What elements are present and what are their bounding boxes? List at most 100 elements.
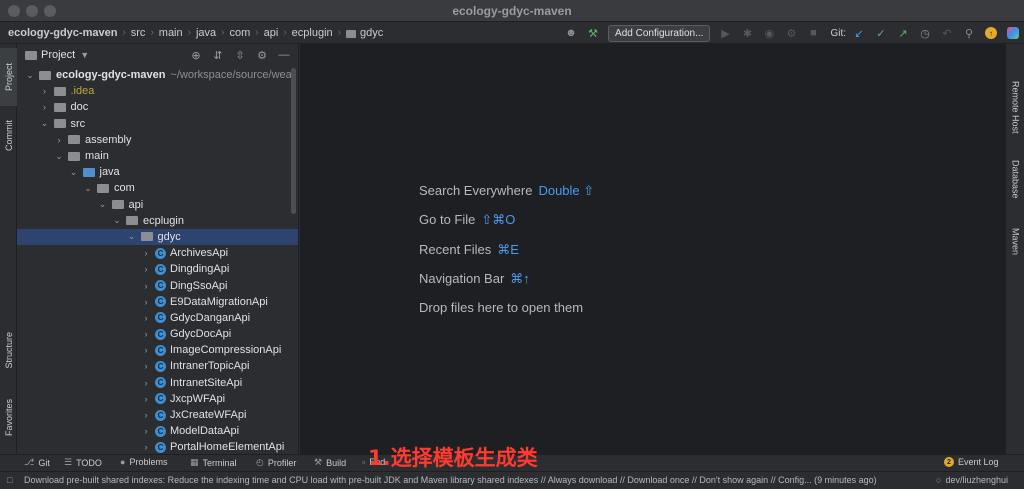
chevron-right-icon[interactable]: ›	[139, 264, 153, 274]
tab-database[interactable]: Database	[1006, 150, 1024, 208]
breadcrumb-item[interactable]: java	[196, 27, 216, 39]
run-icon[interactable]: ▶	[716, 24, 734, 42]
chevron-right-icon[interactable]: ›	[139, 378, 153, 388]
git-branch-widget[interactable]: ○ dev/liuzhenghui	[936, 475, 1008, 485]
tree-class-item[interactable]: › C GdycDocApi	[17, 326, 298, 342]
status-message[interactable]: Download pre-built shared indexes: Reduc…	[24, 475, 877, 485]
tree-folder-item[interactable]: ⌄ java	[17, 164, 298, 180]
tree-class-item[interactable]: › C JxCreateWFApi	[17, 407, 298, 423]
tab-remote-host[interactable]: Remote Host	[1006, 74, 1024, 140]
gear-icon[interactable]: ⚙	[254, 47, 270, 63]
chevron-right-icon[interactable]: ›	[52, 135, 66, 145]
locate-file-icon[interactable]: ⊕	[188, 47, 204, 63]
tab-project[interactable]: Project	[0, 48, 17, 106]
breadcrumb-item[interactable]: ecology-gdyc-maven	[8, 27, 117, 39]
chevron-down-icon[interactable]: ⌄	[52, 151, 66, 162]
tab-todo[interactable]: ☰ TODO	[64, 457, 102, 468]
tree-class-item[interactable]: › C JxcpWFApi	[17, 391, 298, 407]
tab-git[interactable]: ⎇ Git	[24, 457, 50, 468]
chevron-right-icon[interactable]: ›	[38, 102, 52, 112]
chevron-right-icon[interactable]: ›	[139, 410, 153, 420]
tab-maven[interactable]: Maven	[1006, 220, 1024, 264]
chevron-right-icon[interactable]: ›	[139, 394, 153, 404]
tree-folder-item[interactable]: ⌄ src	[17, 116, 298, 132]
tab-commit[interactable]: Commit	[0, 110, 17, 160]
tree-folder-item[interactable]: ⌄ ecology-gdyc-maven ~/workspace/source/we…	[17, 67, 298, 83]
hide-panel-icon[interactable]: —	[276, 47, 292, 63]
chevron-down-icon[interactable]: ▼	[80, 50, 89, 60]
collapse-all-icon[interactable]: ⇳	[232, 47, 248, 63]
chevron-down-icon[interactable]: ⌄	[110, 215, 124, 226]
breadcrumb-item[interactable]: api	[264, 27, 279, 39]
search-icon[interactable]: ⚲	[960, 24, 978, 42]
chevron-right-icon[interactable]: ›	[139, 442, 153, 452]
tab-problems[interactable]: ● Problems	[120, 457, 167, 467]
git-push-icon[interactable]: ↗	[894, 24, 912, 42]
update-icon[interactable]: ↑	[982, 24, 1000, 42]
tree-class-item[interactable]: › C ModelDataApi	[17, 423, 298, 439]
chevron-right-icon[interactable]: ›	[139, 426, 153, 436]
git-update-icon[interactable]: ↙	[850, 24, 868, 42]
chevron-down-icon[interactable]: ⌄	[81, 183, 95, 194]
tree-folder-item[interactable]: › doc	[17, 99, 298, 115]
build-hammer-icon[interactable]: ⚒	[584, 24, 602, 42]
chevron-right-icon[interactable]: ›	[139, 329, 153, 339]
tree-class-item[interactable]: › C IntranerTopicApi	[17, 358, 298, 374]
tab-event-log[interactable]: 2 Event Log	[944, 457, 999, 467]
tree-folder-item[interactable]: ⌄ api	[17, 197, 298, 213]
toolbox-icon[interactable]	[1004, 24, 1022, 42]
breadcrumb-item[interactable]: src	[131, 27, 146, 39]
stop-icon[interactable]: ■	[804, 24, 822, 42]
chevron-right-icon[interactable]: ›	[139, 345, 153, 355]
breadcrumb-item[interactable]: com	[230, 27, 251, 39]
user-icon[interactable]: ☻	[562, 24, 580, 42]
tree-folder-item[interactable]: ⌄ com	[17, 180, 298, 196]
tab-structure[interactable]: Structure	[0, 322, 17, 378]
coverage-icon[interactable]: ◉	[760, 24, 778, 42]
chevron-right-icon[interactable]: ›	[139, 313, 153, 323]
chevron-right-icon[interactable]: ›	[139, 281, 153, 291]
git-rollback-icon[interactable]: ↶	[938, 24, 956, 42]
hint-text: Navigation Bar	[419, 270, 505, 286]
tab-terminal[interactable]: ▦ Terminal	[190, 457, 237, 468]
git-commit-icon[interactable]: ✓	[872, 24, 890, 42]
status-toggle-icon[interactable]: □	[7, 475, 12, 485]
git-history-icon[interactable]: ◷	[916, 24, 934, 42]
project-scrollbar[interactable]	[291, 68, 296, 214]
tab-favorites[interactable]: Favorites	[0, 390, 17, 446]
tree-class-item[interactable]: › C DingdingApi	[17, 261, 298, 277]
editor-empty-area[interactable]: Search Everywhere Double ⇧ Go to File ⇧⌘O Re…	[300, 44, 1005, 454]
breadcrumb-item[interactable]: gdyc	[360, 27, 383, 39]
chevron-right-icon[interactable]: ›	[139, 248, 153, 258]
tree-class-item[interactable]: › C PortalHomeElementApi	[17, 439, 298, 454]
tree-folder-item[interactable]: › assembly	[17, 132, 298, 148]
tree-class-item[interactable]: › C ArchivesApi	[17, 245, 298, 261]
chevron-right-icon[interactable]: ›	[38, 86, 52, 96]
chevron-right-icon[interactable]: ›	[139, 361, 153, 371]
chevron-down-icon[interactable]: ⌄	[125, 231, 139, 242]
tree-class-item[interactable]: › C E9DataMigrationApi	[17, 294, 298, 310]
tree-folder-item[interactable]: › .idea	[17, 83, 298, 99]
breadcrumb-item[interactable]: main	[159, 27, 183, 39]
breadcrumb-item[interactable]: ecplugin	[292, 27, 333, 39]
tree-folder-item[interactable]: ⌄ gdyc	[17, 228, 298, 246]
breadcrumb-separator-icon: ›	[187, 27, 191, 38]
tree-class-item[interactable]: › C GdycDanganApi	[17, 310, 298, 326]
chevron-down-icon[interactable]: ⌄	[38, 118, 52, 129]
tree-folder-item[interactable]: ⌄ ecplugin	[17, 213, 298, 229]
chevron-right-icon[interactable]: ›	[139, 297, 153, 307]
tree-class-item[interactable]: › C IntranetSiteApi	[17, 375, 298, 391]
profile-icon[interactable]: ⚙	[782, 24, 800, 42]
tree-class-item[interactable]: › C DingSsoApi	[17, 277, 298, 293]
tree-folder-item[interactable]: ⌄ main	[17, 148, 298, 164]
chevron-down-icon[interactable]: ⌄	[67, 167, 81, 178]
tab-profiler[interactable]: ◴ Profiler	[256, 457, 296, 468]
chevron-down-icon[interactable]: ⌄	[96, 199, 110, 210]
project-panel-title[interactable]: Project	[41, 49, 75, 61]
chevron-down-icon[interactable]: ⌄	[23, 70, 37, 81]
add-configuration-button[interactable]: Add Configuration...	[608, 24, 711, 42]
expand-all-icon[interactable]: ⇵	[210, 47, 226, 63]
debug-icon[interactable]: ✱	[738, 24, 756, 42]
tree-class-item[interactable]: › C ImageCompressionApi	[17, 342, 298, 358]
tab-build[interactable]: ⚒ Build	[314, 457, 346, 468]
